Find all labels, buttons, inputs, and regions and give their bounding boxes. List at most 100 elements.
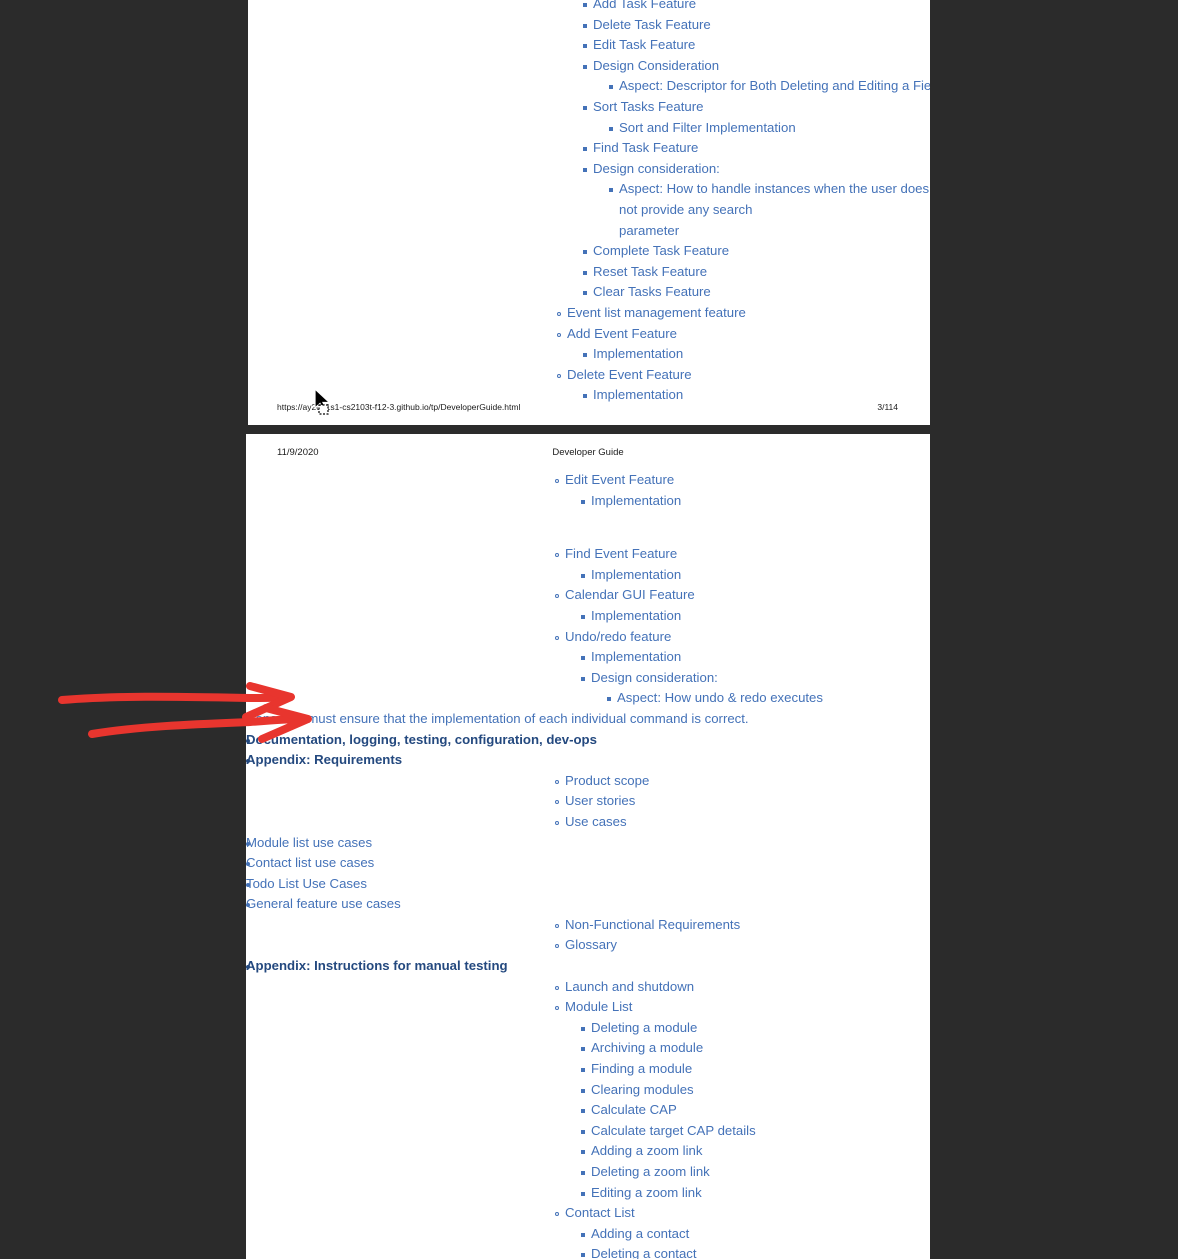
outline-page1-item[interactable]: Reset Task Feature bbox=[248, 262, 930, 283]
outline-page1-link[interactable]: Add Event Feature bbox=[567, 324, 677, 345]
outline-page2-link[interactable]: Aspect: How undo & redo executes bbox=[617, 688, 823, 709]
outline-page2-link[interactable]: Contact List bbox=[565, 1203, 635, 1224]
outline-page2-item[interactable]: Design consideration: bbox=[246, 668, 930, 689]
outline-page2-item[interactable]: Contact List bbox=[246, 1203, 930, 1224]
outline-page1-link[interactable]: Implementation bbox=[593, 344, 683, 365]
outline-page1-item[interactable]: Add Task Feature bbox=[248, 0, 930, 15]
outline-page2-link[interactable]: Adding a zoom link bbox=[591, 1141, 702, 1162]
outline-page2-item[interactable]: Non-Functional Requirements bbox=[246, 915, 930, 936]
outline-page2-item[interactable]: Clearing modules bbox=[246, 1080, 930, 1101]
outline-page2-link[interactable]: Module List bbox=[565, 997, 632, 1018]
outline-page1-link[interactable]: Reset Task Feature bbox=[593, 262, 707, 283]
outline-page1-item[interactable]: Aspect: Descriptor for Both Deleting and… bbox=[248, 76, 930, 97]
outline-page2-link[interactable]: Calculate CAP bbox=[591, 1100, 677, 1121]
outline-page2-link[interactable]: General feature use cases bbox=[246, 894, 401, 915]
outline-page2-link[interactable]: Appendix: Requirements bbox=[246, 750, 402, 771]
outline-page2-link[interactable]: Design consideration: bbox=[591, 668, 718, 689]
outline-page1-link[interactable]: Aspect: Descriptor for Both Deleting and… bbox=[619, 76, 930, 97]
outline-page2-link[interactable]: Find Event Feature bbox=[565, 544, 677, 565]
outline-page1-link[interactable]: Delete Event Feature bbox=[567, 365, 692, 386]
outline-page2-item[interactable]: Appendix: Instructions for manual testin… bbox=[246, 956, 930, 977]
outline-page2-item[interactable]: Documentation, logging, testing, configu… bbox=[246, 730, 930, 751]
outline-page1-link[interactable]: Event list management feature bbox=[567, 303, 746, 324]
outline-page1-item[interactable]: Event list management feature bbox=[248, 303, 930, 324]
outline-page2-item[interactable]: Module list use cases bbox=[246, 833, 930, 854]
outline-page2-item[interactable]: Implementation bbox=[246, 491, 930, 512]
outline-page2-item[interactable]: Adding a zoom link bbox=[246, 1141, 930, 1162]
outline-page1-link[interactable]: Edit Task Feature bbox=[593, 35, 695, 56]
outline-page2-item[interactable]: User stories bbox=[246, 791, 930, 812]
outline-page1-item[interactable]: Sort Tasks Feature bbox=[248, 97, 930, 118]
outline-page1-item[interactable]: Sort and Filter Implementation bbox=[248, 118, 930, 139]
outline-page2-link[interactable]: Use cases bbox=[565, 812, 627, 833]
outline-page2-item[interactable]: Launch and shutdown bbox=[246, 977, 930, 998]
outline-page2-item[interactable]: Todo List Use Cases bbox=[246, 874, 930, 895]
outline-page2-item[interactable]: Use cases bbox=[246, 812, 930, 833]
outline-page2-item[interactable]: Deleting a module bbox=[246, 1018, 930, 1039]
outline-page1-item[interactable]: Delete Event Feature bbox=[248, 365, 930, 386]
outline-page2-link[interactable]: Deleting a zoom link bbox=[591, 1162, 710, 1183]
outline-page2-link[interactable]: Archiving a module bbox=[591, 1038, 703, 1059]
outline-page1-item[interactable]: Clear Tasks Feature bbox=[248, 282, 930, 303]
outline-page2-link[interactable]: Non-Functional Requirements bbox=[565, 915, 740, 936]
outline-page2-link[interactable]: Edit Event Feature bbox=[565, 470, 674, 491]
outline-page2-link[interactable]: Implementation bbox=[591, 565, 681, 586]
outline-page2-item[interactable]: General feature use cases bbox=[246, 894, 930, 915]
outline-page1-link[interactable]: Delete Task Feature bbox=[593, 15, 711, 36]
outline-page2-item[interactable]: Deleting a contact bbox=[246, 1244, 930, 1259]
outline-page1-link[interactable]: Sort Tasks Feature bbox=[593, 97, 703, 118]
outline-page2-link[interactable]: Undo/redo feature bbox=[565, 627, 671, 648]
outline-page2-item[interactable]: Edit Event Feature bbox=[246, 470, 930, 491]
outline-page1-link[interactable]: Implementation bbox=[593, 385, 683, 406]
outline-page2-link[interactable]: User stories bbox=[565, 791, 635, 812]
outline-page1-item[interactable]: Aspect: How to handle instances when the… bbox=[248, 179, 930, 241]
outline-page1-item[interactable]: Edit Task Feature bbox=[248, 35, 930, 56]
outline-page1-item[interactable]: Implementation bbox=[248, 344, 930, 365]
outline-page2-item[interactable]: Calendar GUI Feature bbox=[246, 585, 930, 606]
outline-page2-link[interactable]: Implementation bbox=[591, 491, 681, 512]
outline-page1-link[interactable]: Add Task Feature bbox=[593, 0, 696, 15]
outline-page2-item[interactable]: Cons: We must ensure that the implementa… bbox=[246, 709, 930, 730]
outline-page2-item[interactable]: Calculate CAP bbox=[246, 1100, 930, 1121]
outline-page1-item[interactable]: Complete Task Feature bbox=[248, 241, 930, 262]
outline-page1-item[interactable]: Design Consideration bbox=[248, 56, 930, 77]
outline-page2-link[interactable]: Calendar GUI Feature bbox=[565, 585, 695, 606]
outline-page2-link[interactable]: Appendix: Instructions for manual testin… bbox=[246, 956, 508, 977]
outline-page2-item[interactable]: Undo/redo feature bbox=[246, 627, 930, 648]
outline-page2-link[interactable]: Finding a module bbox=[591, 1059, 692, 1080]
outline-page1-item[interactable]: Delete Task Feature bbox=[248, 15, 930, 36]
outline-page1-item[interactable]: Design consideration: bbox=[248, 159, 930, 180]
outline-page2-link[interactable]: Cons: We must ensure that the implementa… bbox=[246, 709, 749, 730]
outline-page2-link[interactable]: Calculate target CAP details bbox=[591, 1121, 756, 1142]
outline-page2-link[interactable]: Implementation bbox=[591, 606, 681, 627]
outline-page2-item[interactable]: Implementation bbox=[246, 647, 930, 668]
outline-page1-link[interactable]: Design consideration: bbox=[593, 159, 720, 180]
outline-page2-link[interactable]: Adding a contact bbox=[591, 1224, 689, 1245]
outline-page2-link[interactable]: Module list use cases bbox=[246, 833, 372, 854]
outline-page2-link[interactable]: Product scope bbox=[565, 771, 649, 792]
outline-page1-link[interactable]: Sort and Filter Implementation bbox=[619, 118, 796, 139]
outline-page2-item[interactable]: Aspect: How undo & redo executes bbox=[246, 688, 930, 709]
outline-page2-link[interactable]: Implementation bbox=[591, 647, 681, 668]
outline-page2-item[interactable]: Finding a module bbox=[246, 1059, 930, 1080]
outline-page2-link[interactable]: Editing a zoom link bbox=[591, 1183, 702, 1204]
outline-page2-item[interactable]: Module List bbox=[246, 997, 930, 1018]
outline-page2-item[interactable]: Deleting a zoom link bbox=[246, 1162, 930, 1183]
outline-page2-link[interactable]: Deleting a module bbox=[591, 1018, 697, 1039]
outline-page2-item[interactable]: Adding a contact bbox=[246, 1224, 930, 1245]
outline-page2-item[interactable]: Editing a zoom link bbox=[246, 1183, 930, 1204]
outline-page1-item[interactable]: Find Task Feature bbox=[248, 138, 930, 159]
outline-page2-link[interactable]: Clearing modules bbox=[591, 1080, 694, 1101]
outline-page2-link[interactable]: Documentation, logging, testing, configu… bbox=[246, 730, 597, 751]
outline-page2-link[interactable]: Launch and shutdown bbox=[565, 977, 694, 998]
outline-page2-link[interactable]: Glossary bbox=[565, 935, 617, 956]
outline-page2-item[interactable]: Implementation bbox=[246, 565, 930, 586]
outline-page1-link[interactable]: Complete Task Feature bbox=[593, 241, 729, 262]
outline-page1-link[interactable]: Find Task Feature bbox=[593, 138, 698, 159]
outline-page2-item[interactable]: Implementation bbox=[246, 606, 930, 627]
outline-page1-link-continuation[interactable]: parameter bbox=[619, 221, 930, 242]
outline-page2-item[interactable]: Calculate target CAP details bbox=[246, 1121, 930, 1142]
outline-page2-item[interactable]: Archiving a module bbox=[246, 1038, 930, 1059]
outline-page2-item[interactable]: Product scope bbox=[246, 771, 930, 792]
outline-page2-item[interactable]: Appendix: Requirements bbox=[246, 750, 930, 771]
